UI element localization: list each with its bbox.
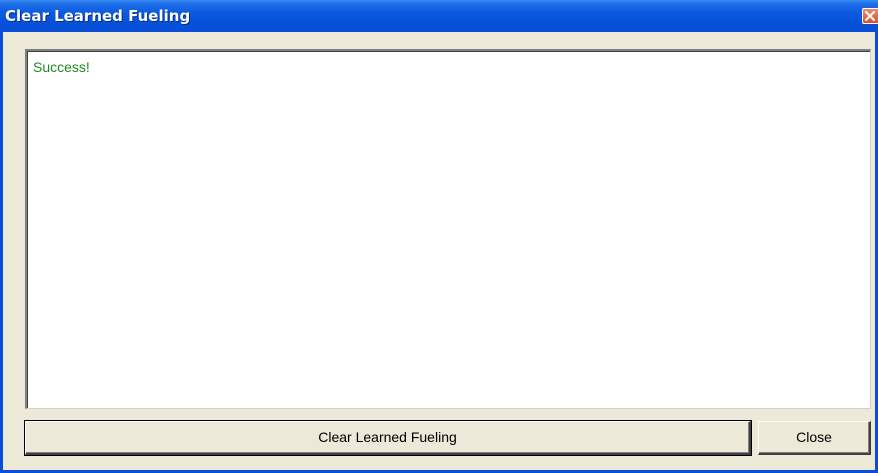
output-textbox[interactable]: Success!: [25, 49, 871, 409]
clear-learned-fueling-button[interactable]: Clear Learned Fueling: [24, 420, 752, 456]
status-message: Success!: [33, 59, 90, 75]
window-title: Clear Learned Fueling: [5, 7, 191, 25]
close-button[interactable]: Close: [758, 421, 871, 455]
close-icon: [865, 11, 875, 21]
title-bar[interactable]: Clear Learned Fueling: [0, 0, 878, 32]
title-close-button[interactable]: [862, 8, 878, 24]
clear-learned-fueling-dialog: Clear Learned Fueling Success! Clear Lea…: [0, 0, 878, 473]
